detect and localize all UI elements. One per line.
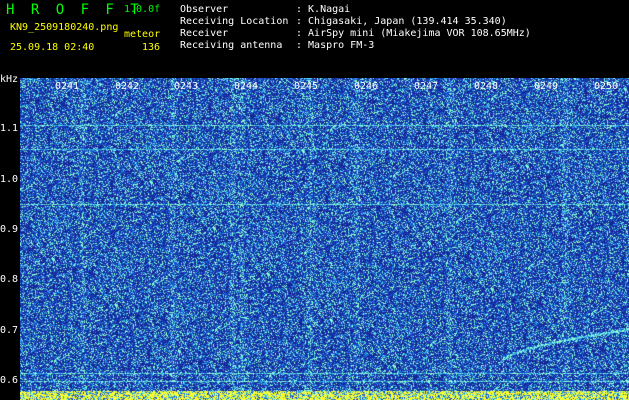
mode-label: meteor <box>124 29 161 40</box>
file-name: KN9_2509180240.png <box>10 22 119 33</box>
y-axis-unit: kHz <box>0 74 19 85</box>
header-panel: H R O F F T 1.0.0f KN9_2509180240.png me… <box>0 0 629 78</box>
x-tick-label: 0249 <box>534 81 559 92</box>
y-tick-label: 0.6 <box>0 375 19 386</box>
antenna-label: Receiving antenna <box>180 40 283 51</box>
receiver-value: : AirSpy mini (Miakejima VOR 108.65MHz) <box>296 28 531 39</box>
y-tick-label: 0.8 <box>0 274 19 285</box>
x-tick-label: 0250 <box>594 81 619 92</box>
y-tick-label: 0.7 <box>0 325 19 336</box>
x-tick-label: 0245 <box>294 81 319 92</box>
location-label: Receiving Location <box>180 16 289 27</box>
x-tick-label: 0246 <box>354 81 379 92</box>
y-tick-label: 1.1 <box>0 123 19 134</box>
x-tick-label: 0244 <box>234 81 259 92</box>
observer-label: Observer <box>180 4 229 15</box>
spectrogram-canvas <box>20 78 629 400</box>
location-value: : Chigasaki, Japan (139.414 35.340) <box>296 16 507 27</box>
receiver-label: Receiver <box>180 28 229 39</box>
app-brand: H R O F F T <box>6 2 143 18</box>
antenna-value: : Maspro FM-3 <box>296 40 375 51</box>
x-tick-label: 0242 <box>115 81 140 92</box>
x-tick-label: 0243 <box>174 81 199 92</box>
y-tick-label: 1.0 <box>0 174 19 185</box>
date-time: 25.09.18 02:40 <box>10 42 95 53</box>
x-tick-label: 0241 <box>55 81 80 92</box>
detection-count: 136 <box>142 42 161 53</box>
app-version: 1.0.0f <box>124 4 161 15</box>
observer-value: : K.Nagai <box>296 4 351 15</box>
x-tick-label: 0248 <box>474 81 499 92</box>
x-tick-label: 0247 <box>414 81 439 92</box>
y-tick-label: 0.9 <box>0 224 19 235</box>
